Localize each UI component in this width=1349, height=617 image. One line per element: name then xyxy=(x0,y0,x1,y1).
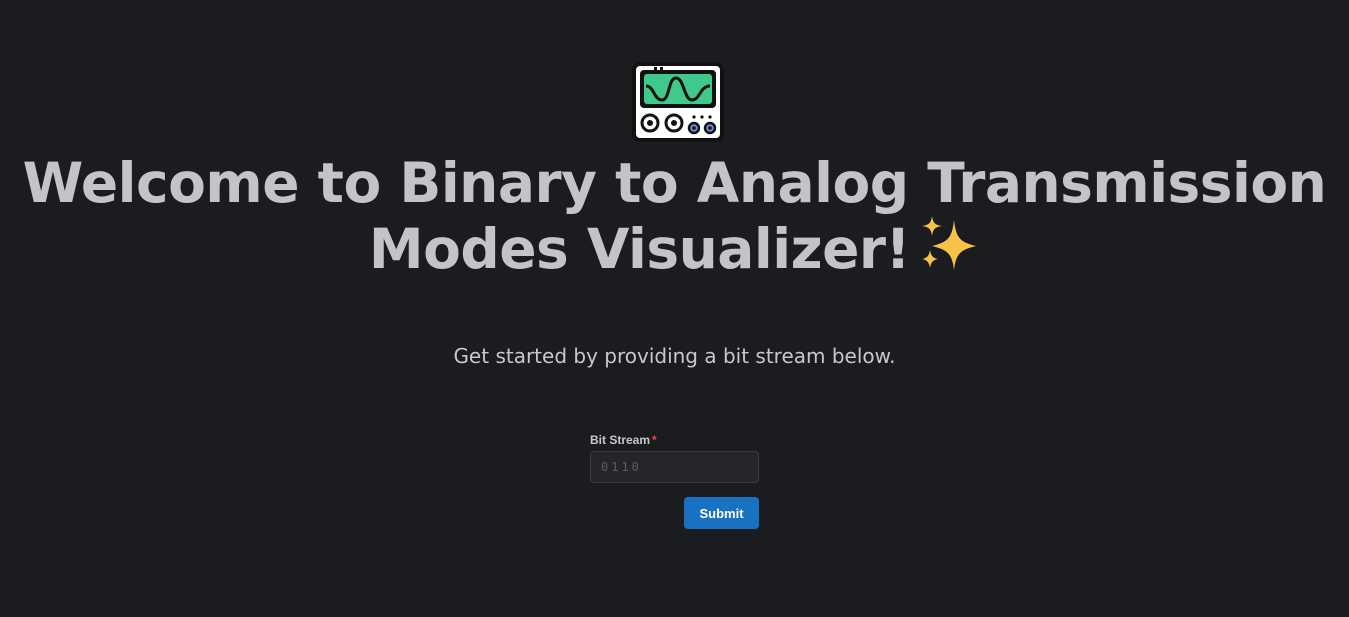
bit-stream-form: Bit Stream * xyxy=(590,432,760,483)
submit-button[interactable]: Submit xyxy=(684,497,759,529)
page: Welcome to Binary to Analog Transmission… xyxy=(0,0,1349,617)
bit-stream-input[interactable] xyxy=(590,451,759,483)
bit-stream-label-text: Bit Stream xyxy=(590,433,651,447)
required-marker: * xyxy=(652,433,657,447)
sparkles-icon xyxy=(922,216,977,270)
page-title-line2: Modes Visualizer! xyxy=(368,217,911,281)
page-title-line1: Welcome to Binary to Analog Transmission xyxy=(22,151,1327,215)
page-subtitle: Get started by providing a bit stream be… xyxy=(453,344,896,368)
page-title: Welcome to Binary to Analog Transmission… xyxy=(0,150,1349,282)
oscilloscope-icon xyxy=(632,62,724,142)
bit-stream-label: Bit Stream * xyxy=(590,432,760,448)
